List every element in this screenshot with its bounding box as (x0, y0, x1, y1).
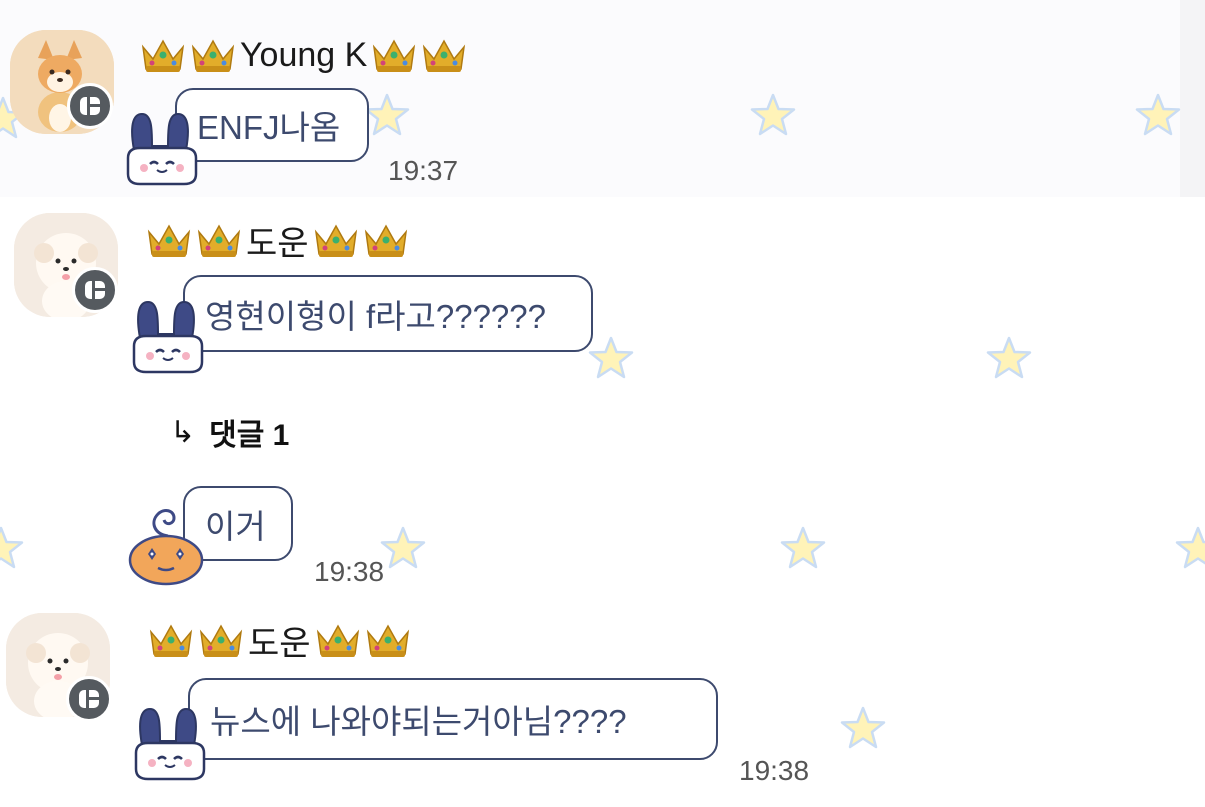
star-icon (1135, 93, 1181, 136)
star-icon (780, 526, 826, 569)
star-icon (364, 93, 410, 136)
orange-creature-sticker-icon (128, 509, 204, 586)
bunny-sticker-icon (132, 300, 204, 374)
message-text: 뉴스에 나와야되는거아님???? (210, 703, 627, 740)
app-badge-icon (67, 83, 113, 129)
bunny-sticker-icon (126, 112, 198, 186)
crown-icon (197, 224, 241, 257)
star-icon (588, 336, 634, 379)
sender-name: 도운 (246, 224, 309, 263)
sender-name: 도운 (248, 624, 311, 663)
message-time: 19:38 (739, 755, 810, 786)
sender-name-row: Young K (140, 30, 471, 80)
message-time: 19:38 (314, 556, 385, 587)
sender-name-row: 도운 (148, 615, 415, 665)
message-bubble[interactable]: 영현이형이 f라고?????? (183, 275, 593, 352)
message-text: 영현이형이 f라고?????? (205, 297, 546, 335)
crown-icon (373, 39, 416, 72)
app-badge-icon (66, 676, 112, 722)
reply-thread-link[interactable]: ↳ 댓글 1 (170, 410, 289, 454)
crown-icon (141, 39, 185, 72)
crown-icon (423, 39, 466, 72)
message-time: 19:37 (388, 155, 459, 186)
message-bubble[interactable]: ENFJ나옴 (175, 88, 369, 162)
message-text: 이거 (205, 507, 266, 545)
star-icon (0, 526, 24, 569)
star-icon (1175, 526, 1205, 569)
app-badge-icon (72, 267, 118, 313)
crown-icon (364, 224, 407, 257)
star-icon (750, 93, 796, 136)
crown-icon (191, 39, 235, 72)
crown-icon (316, 624, 359, 657)
star-icon (840, 706, 886, 749)
message-text: ENFJ나옴 (197, 109, 341, 146)
star-icon (380, 526, 426, 569)
sender-name-row: 도운 (146, 215, 413, 265)
reply-arrow-icon: ↳ (170, 415, 196, 449)
reply-count-label: 댓글 1 (209, 419, 290, 452)
message-bubble[interactable]: 뉴스에 나와야되는거아님???? (188, 678, 718, 760)
crown-icon (199, 624, 243, 657)
bunny-sticker-icon (134, 707, 206, 781)
crown-icon (366, 624, 409, 657)
crown-icon (314, 224, 357, 257)
scroll-edge (1180, 0, 1205, 197)
crown-icon (147, 224, 191, 257)
crown-icon (149, 624, 193, 657)
star-icon (986, 336, 1032, 379)
sender-name: Young K (240, 35, 368, 74)
